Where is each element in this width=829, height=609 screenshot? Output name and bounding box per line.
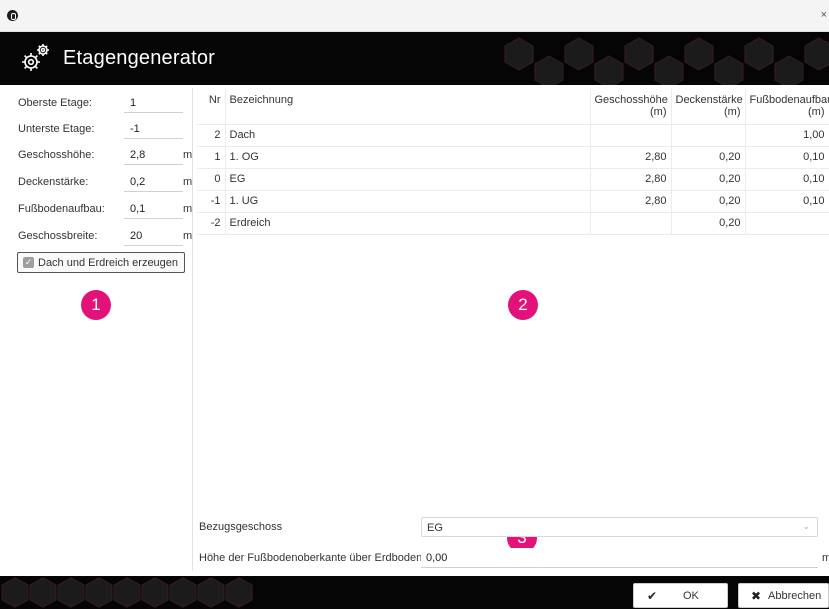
bezugsgeschoss-select[interactable]: EG ⌄ bbox=[421, 517, 818, 537]
dach-erdreich-checkbox[interactable]: ✓ Dach und Erdreich erzeugen bbox=[17, 252, 185, 273]
cell-nr: 2 bbox=[197, 123, 226, 146]
column-header-nr[interactable]: Nr bbox=[197, 89, 226, 124]
table-row[interactable]: 1 1. OG 2,80 0,20 0,10 bbox=[197, 145, 829, 168]
header-line: Deckenstärke bbox=[675, 94, 743, 106]
callout-badge-1: 1 bbox=[81, 290, 111, 320]
header-line: Fußbodenaufbau bbox=[749, 94, 829, 106]
cell-fussbodenaufbau[interactable]: 1,00 bbox=[745, 123, 829, 146]
field-deckenstaerke: Deckenstärke: m bbox=[18, 172, 193, 192]
cell-nr: 1 bbox=[197, 145, 226, 168]
table-row[interactable]: -2 Erdreich 0,20 bbox=[197, 211, 829, 235]
hexagon-pattern bbox=[1, 577, 253, 608]
header-unit: (m) bbox=[808, 106, 825, 118]
cell-fussbodenaufbau[interactable] bbox=[745, 211, 829, 235]
table-row[interactable]: 2 Dach 1,00 bbox=[197, 123, 829, 146]
chevron-down-icon: ⌄ bbox=[802, 521, 810, 531]
cell-deckenstaerke[interactable]: 0,20 bbox=[671, 167, 746, 190]
checkbox-checked-icon: ✓ bbox=[23, 257, 34, 268]
geschosshoehe-input[interactable] bbox=[124, 145, 183, 165]
header-unit: (m) bbox=[724, 106, 741, 118]
ok-button[interactable]: ✔ OK bbox=[633, 583, 728, 608]
cell-nr: -1 bbox=[197, 189, 226, 212]
field-label: Geschosshöhe: bbox=[18, 149, 95, 161]
cell-deckenstaerke[interactable]: 0,20 bbox=[671, 145, 746, 168]
field-label: Geschossbreite: bbox=[18, 230, 98, 242]
window-titlebar: × bbox=[0, 0, 829, 32]
cell-fussbodenaufbau[interactable]: 0,10 bbox=[745, 145, 829, 168]
header-line: Geschosshöhe bbox=[594, 94, 668, 106]
checkbox-label: Dach und Erdreich erzeugen bbox=[38, 257, 179, 269]
app-logo-icon bbox=[7, 10, 18, 21]
field-label: Unterste Etage: bbox=[18, 123, 95, 135]
deckenstaerke-input[interactable] bbox=[124, 172, 183, 192]
cell-nr: -2 bbox=[197, 211, 226, 235]
cell-deckenstaerke[interactable]: 0,20 bbox=[671, 211, 746, 235]
cell-bezeichnung[interactable]: 1. UG bbox=[225, 189, 591, 212]
cell-bezeichnung[interactable]: Erdreich bbox=[225, 211, 591, 235]
bezugsgeschoss-label: Bezugsgeschoss bbox=[199, 521, 283, 533]
cell-deckenstaerke[interactable]: 0,20 bbox=[671, 189, 746, 212]
cell-fussbodenaufbau[interactable]: 0,10 bbox=[745, 167, 829, 190]
cell-bezeichnung[interactable]: Dach bbox=[225, 123, 591, 146]
field-geschosshoehe: Geschosshöhe: m bbox=[18, 145, 193, 165]
table-header-row: Nr Bezeichnung Geschosshöhe (m) Deckenstä… bbox=[197, 89, 829, 124]
cell-geschosshoehe[interactable] bbox=[590, 211, 672, 235]
column-header-deckenstaerke[interactable]: Deckenstärke (m) bbox=[671, 89, 746, 124]
cell-geschosshoehe[interactable]: 2,80 bbox=[590, 145, 672, 168]
close-icon: ✖ bbox=[751, 589, 762, 603]
parameters-panel: Oberste Etage: Unterste Etage: Geschossh… bbox=[10, 88, 193, 571]
oberste-etage-input[interactable] bbox=[124, 93, 183, 113]
dialog-header: Etagengenerator bbox=[0, 32, 829, 85]
reference-form: Bezugsgeschoss EG ⌄ Höhe der Fußbodenobe… bbox=[197, 511, 829, 571]
header-unit: (m) bbox=[650, 106, 667, 118]
field-unit: m bbox=[183, 176, 193, 188]
checkmark-icon: ✔ bbox=[647, 589, 658, 603]
field-fussbodenaufbau: Fußbodenaufbau: m bbox=[18, 199, 193, 219]
field-unit: m bbox=[183, 149, 193, 161]
geschossbreite-input[interactable] bbox=[124, 226, 183, 246]
cell-deckenstaerke[interactable] bbox=[671, 123, 746, 146]
dialog-title: Etagengenerator bbox=[63, 47, 216, 69]
field-unterste-etage: Unterste Etage: bbox=[18, 119, 193, 139]
column-header-geschosshoehe[interactable]: Geschosshöhe (m) bbox=[590, 89, 672, 124]
close-icon[interactable]: × bbox=[821, 9, 827, 21]
cell-nr: 0 bbox=[197, 167, 226, 190]
floors-table: Nr Bezeichnung Geschosshöhe (m) Deckenstä… bbox=[197, 89, 829, 509]
fussbodenaufbau-input[interactable] bbox=[124, 199, 183, 219]
field-unit: m bbox=[183, 230, 193, 242]
cell-geschosshoehe[interactable]: 2,80 bbox=[590, 189, 672, 212]
hoehe-label: Höhe der Fußbodenoberkante über Erdboden bbox=[199, 552, 423, 564]
hexagon-pattern bbox=[504, 37, 829, 85]
field-label: Deckenstärke: bbox=[18, 176, 89, 188]
cell-geschosshoehe[interactable]: 2,80 bbox=[590, 167, 672, 190]
field-unit: m bbox=[183, 203, 193, 215]
dialog-footer: ✔ OK ✖ Abbrechen bbox=[0, 576, 829, 609]
cancel-button[interactable]: ✖ Abbrechen bbox=[738, 583, 829, 608]
cell-fussbodenaufbau[interactable]: 0,10 bbox=[745, 189, 829, 212]
column-header-bezeichnung[interactable]: Bezeichnung bbox=[225, 89, 591, 124]
table-row[interactable]: -1 1. UG 2,80 0,20 0,10 bbox=[197, 189, 829, 212]
hoehe-unit: m bbox=[822, 552, 829, 564]
select-value: EG bbox=[427, 522, 443, 534]
field-geschossbreite: Geschossbreite: m bbox=[18, 226, 193, 246]
unterste-etage-input[interactable] bbox=[124, 119, 183, 139]
cell-bezeichnung[interactable]: 1. OG bbox=[225, 145, 591, 168]
field-label: Fußbodenaufbau: bbox=[18, 203, 105, 215]
field-label: Oberste Etage: bbox=[18, 97, 92, 109]
hoehe-input[interactable] bbox=[421, 548, 818, 568]
table-row[interactable]: 0 EG 2,80 0,20 0,10 bbox=[197, 167, 829, 190]
cancel-button-label: Abbrechen bbox=[768, 590, 822, 602]
field-oberste-etage: Oberste Etage: bbox=[18, 93, 193, 113]
cell-bezeichnung[interactable]: EG bbox=[225, 167, 591, 190]
gears-icon bbox=[22, 44, 49, 71]
column-header-fussbodenaufbau[interactable]: Fußbodenaufbau (m) bbox=[745, 89, 829, 124]
ok-button-label: OK bbox=[683, 590, 699, 602]
cell-geschosshoehe[interactable] bbox=[590, 123, 672, 146]
